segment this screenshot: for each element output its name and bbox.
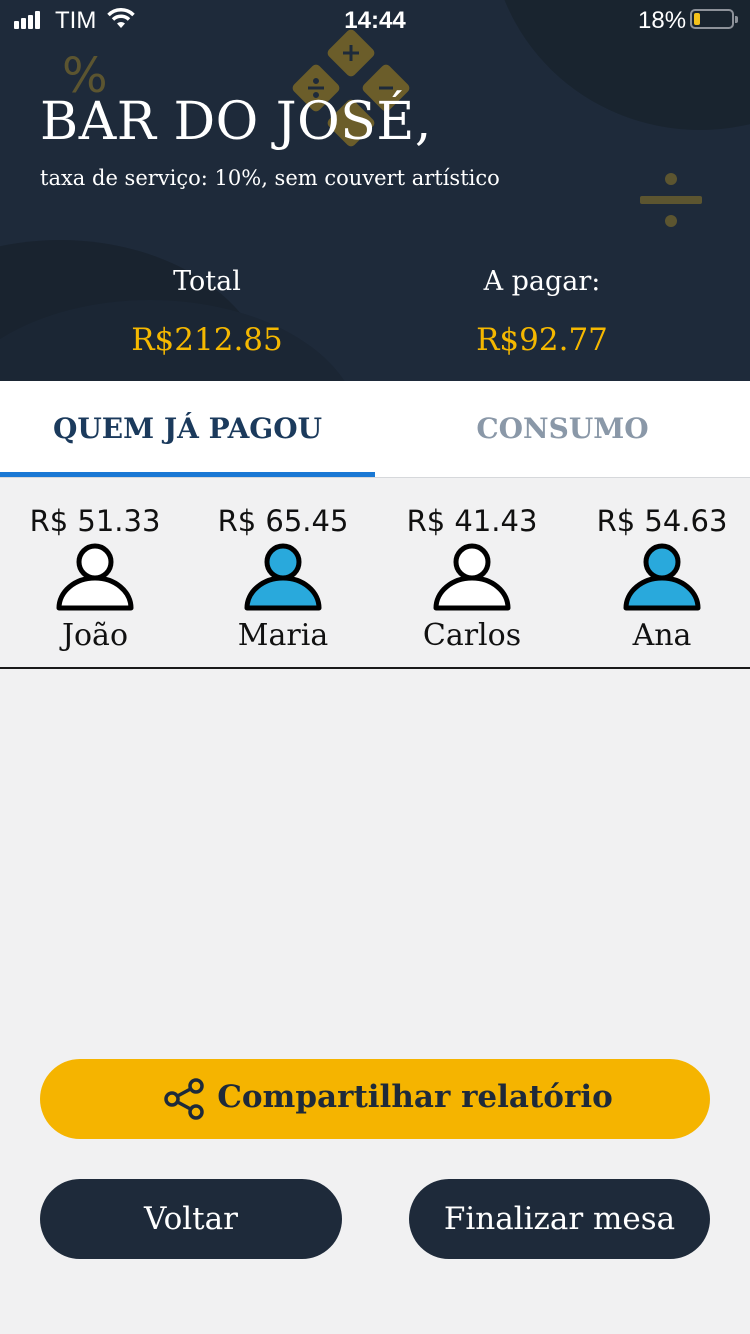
person-amount: R$ 54.63	[596, 504, 728, 538]
person-filled-icon	[623, 543, 701, 611]
total-value: R$212.85	[131, 322, 283, 358]
person-amount: R$ 65.45	[217, 504, 349, 538]
battery-icon	[690, 9, 738, 29]
to-pay-label: A pagar:	[483, 266, 601, 297]
people-list: R$ 51.33 João R$ 65.45 Maria R$ 41.43 Ca…	[0, 478, 750, 669]
person-filled-icon	[244, 543, 322, 611]
to-pay-value: R$92.77	[476, 322, 608, 358]
person-name: Ana	[632, 618, 692, 653]
finish-table-button[interactable]: Finalizar mesa	[409, 1179, 710, 1259]
person-outline-icon	[56, 543, 134, 611]
person-amount: R$ 51.33	[29, 504, 161, 538]
person-name: Carlos	[422, 618, 522, 653]
battery-percent: 18%	[638, 7, 687, 34]
person-amount: R$ 41.43	[406, 504, 538, 538]
share-report-button[interactable]: Compartilhar relatório	[40, 1059, 710, 1139]
divide-icon	[640, 173, 702, 227]
total-label: Total	[173, 266, 241, 297]
header: % TIM 14:44 18% BAR DO JOSÉ, taxa de ser…	[0, 0, 750, 381]
person-name: Maria	[237, 618, 329, 653]
status-bar: TIM 14:44 18%	[0, 0, 750, 40]
tab-who-paid[interactable]: QUEM JÁ PAGOU	[0, 381, 375, 477]
person-outline-icon	[433, 543, 511, 611]
tab-bar: QUEM JÁ PAGOU CONSUMO	[0, 381, 750, 478]
share-button-label: Compartilhar relatório	[217, 1079, 613, 1115]
page-subtitle: taxa de serviço: 10%, sem couvert artíst…	[40, 166, 500, 190]
active-tab-indicator	[0, 472, 375, 477]
back-button[interactable]: Voltar	[40, 1179, 342, 1259]
page-title: BAR DO JOSÉ,	[40, 92, 432, 152]
tab-consumption[interactable]: CONSUMO	[375, 381, 750, 477]
person-name: João	[61, 618, 129, 653]
